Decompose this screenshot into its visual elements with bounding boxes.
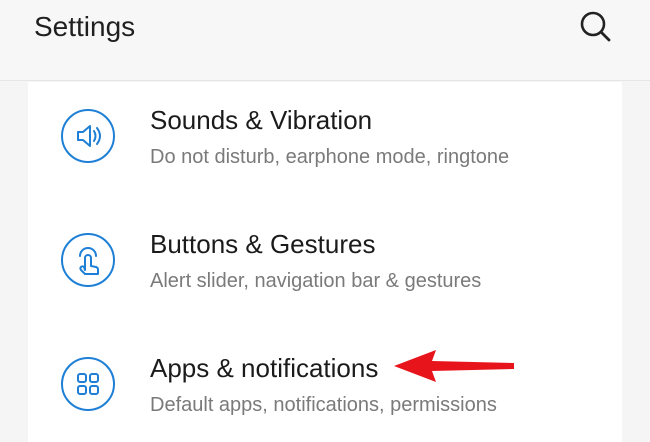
page-title: Settings [34,11,136,42]
search-icon[interactable] [575,6,615,46]
touch-gesture-icon [60,232,116,288]
apps-grid-icon [60,356,116,412]
settings-item-title: Buttons & Gestures [150,229,376,259]
settings-item-subtitle: Alert slider, navigation bar & gestures [150,270,482,292]
settings-item-subtitle: Do not disturb, earphone mode, ringtone [150,146,510,168]
settings-list: Sounds & Vibration Do not disturb, earph… [28,82,622,442]
settings-item-sounds-vibration[interactable]: Sounds & Vibration Do not disturb, earph… [28,82,622,192]
settings-item-title: Sounds & Vibration [150,105,373,135]
settings-item-subtitle: Default apps, notifications, permissions [150,394,497,416]
settings-item-title: Apps & notifications [150,353,379,383]
annotation-arrow-icon [392,346,516,386]
settings-item-buttons-gestures[interactable]: Buttons & Gestures Alert slider, navigat… [28,206,622,316]
app-header: Settings [0,0,650,81]
settings-item-apps-notifications[interactable]: Apps & notifications Default apps, notif… [28,330,622,440]
speaker-icon [60,108,116,164]
